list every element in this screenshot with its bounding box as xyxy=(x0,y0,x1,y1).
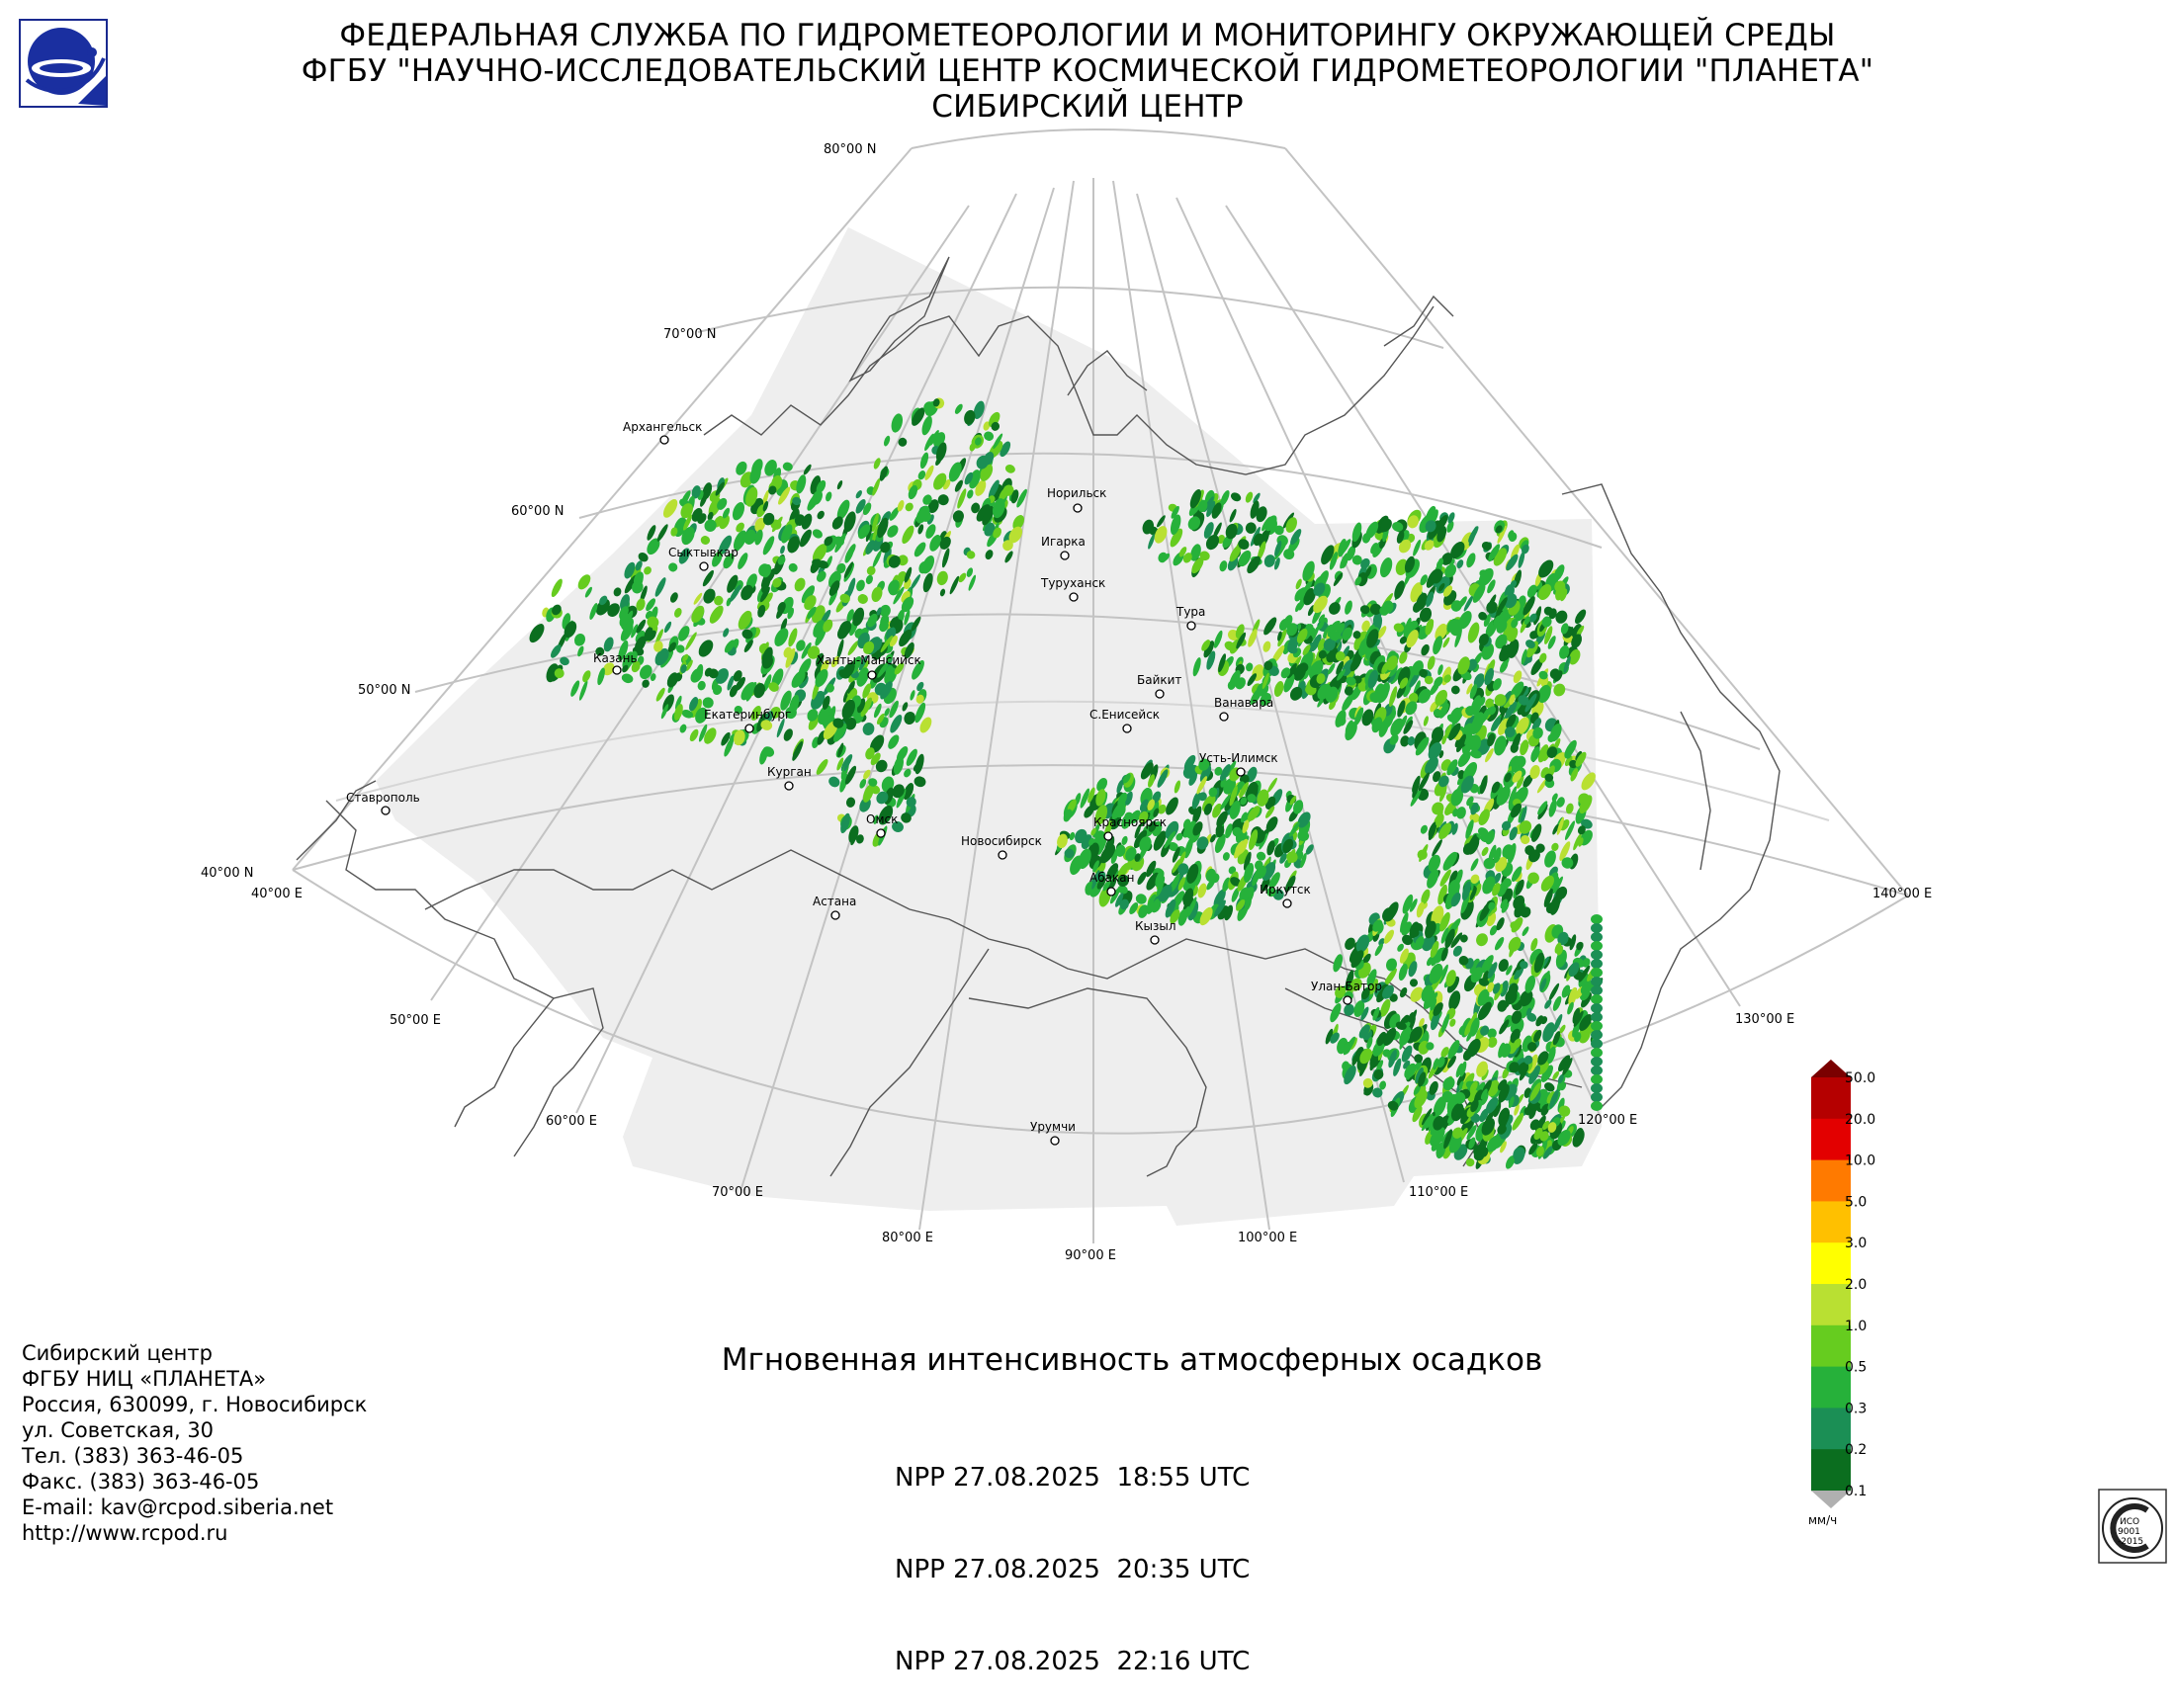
legend-tick-label: 0.3 xyxy=(1845,1401,1867,1416)
lon-label-60: 60°00 E xyxy=(546,1114,597,1129)
lon-label-50: 50°00 E xyxy=(390,1013,441,1028)
precipitation-cell xyxy=(1591,1057,1603,1067)
svg-text:Астана: Астана xyxy=(813,895,856,908)
precipitation-cell xyxy=(1591,985,1603,995)
precipitation-cell xyxy=(1591,932,1603,942)
color-legend: 50.020.010.05.03.02.01.00.50.30.20.1 мм/… xyxy=(1808,1060,1875,1527)
svg-text:Норильск: Норильск xyxy=(1047,486,1106,500)
lat-label-80: 80°00 N xyxy=(824,142,876,157)
precipitation-cell xyxy=(1591,1030,1603,1040)
precipitation-cell xyxy=(1591,950,1603,960)
svg-text:Урумчи: Урумчи xyxy=(1030,1120,1076,1134)
precipitation-cell xyxy=(1591,1012,1603,1022)
precipitation-cell xyxy=(1591,1092,1603,1102)
svg-text:Сыктывкар: Сыктывкар xyxy=(668,546,739,559)
contact-line: ул. Советская, 30 xyxy=(22,1418,215,1442)
contact-email[interactable]: E-mail: kav@rcpod.siberia.net xyxy=(22,1494,367,1520)
lon-label-80: 80°00 E xyxy=(882,1231,933,1245)
lat-label-70: 70°00 N xyxy=(663,327,716,342)
legend-tick-label: 10.0 xyxy=(1845,1153,1875,1169)
svg-text:Тура: Тура xyxy=(1175,605,1205,619)
lon-label-70: 70°00 E xyxy=(712,1185,763,1200)
svg-text:-2015: -2015 xyxy=(2118,1537,2143,1547)
legend-unit: мм/ч xyxy=(1808,1513,1837,1527)
legend-tick-label: 3.0 xyxy=(1845,1236,1867,1251)
svg-text:Игарка: Игарка xyxy=(1041,535,1086,549)
precipitation-cell xyxy=(1591,1003,1603,1013)
svg-text:Красноярск: Красноярск xyxy=(1093,815,1167,829)
legend-tick-label: 5.0 xyxy=(1845,1194,1867,1210)
precipitation-cell xyxy=(1591,1066,1603,1075)
svg-text:Кызыл: Кызыл xyxy=(1135,919,1176,933)
svg-text:Туруханск: Туруханск xyxy=(1040,576,1105,590)
city-arkhangelsk: Архангельск xyxy=(623,420,702,445)
precipitation-cell xyxy=(1591,994,1603,1004)
legend-tick-label: 2.0 xyxy=(1845,1277,1867,1293)
lon-label-120: 120°00 E xyxy=(1578,1113,1637,1128)
pass-2: NPP 27.08.2025 20:35 UTC xyxy=(895,1555,1251,1584)
lat-label-50: 50°00 N xyxy=(358,683,410,698)
precipitation-cell xyxy=(551,578,563,598)
svg-text:9001: 9001 xyxy=(2118,1527,2140,1537)
lon-label-110: 110°00 E xyxy=(1409,1185,1468,1200)
svg-text:Архангельск: Архангельск xyxy=(623,420,702,434)
svg-text:Екатеринбург: Екатеринбург xyxy=(704,708,791,722)
svg-text:Байкит: Байкит xyxy=(1137,673,1181,687)
lat-80-line xyxy=(911,128,1286,149)
precipitation-cell xyxy=(1591,1074,1603,1084)
svg-text:Усть-Илимск: Усть-Илимск xyxy=(1199,751,1278,765)
precipitation-cell xyxy=(1591,914,1603,924)
lon-label-130: 130°00 E xyxy=(1735,1012,1794,1027)
lat-label-40: 40°00 N xyxy=(201,866,253,881)
lon-label-100: 100°00 E xyxy=(1238,1231,1297,1245)
svg-text:Абакан: Абакан xyxy=(1089,871,1134,885)
svg-text:Ставрополь: Ставрополь xyxy=(346,791,420,805)
precipitation-cell xyxy=(1591,941,1603,951)
svg-text:ИСО: ИСО xyxy=(2120,1517,2139,1527)
pass-1: NPP 27.08.2025 18:55 UTC xyxy=(895,1463,1251,1493)
legend-tick-label: 0.1 xyxy=(1845,1484,1867,1499)
precipitation-cell xyxy=(1591,923,1603,933)
svg-text:Казань: Казань xyxy=(593,651,638,665)
lon-label-140: 140°00 E xyxy=(1872,887,1932,901)
svg-text:Ванавара: Ванавара xyxy=(1214,696,1273,710)
lon-label-40: 40°00 E xyxy=(251,887,303,901)
svg-text:Курган: Курган xyxy=(767,765,812,779)
precipitation-cell xyxy=(1591,1039,1603,1049)
lon-label-90: 90°00 E xyxy=(1065,1248,1116,1263)
precipitation-cell xyxy=(1591,977,1603,986)
contact-line: Россия, 630099, г. Новосибирск xyxy=(22,1393,368,1416)
precipitation-cell xyxy=(1591,1083,1603,1093)
legend-tick-label: 0.2 xyxy=(1845,1442,1867,1458)
satellite-passes: NPP 27.08.2025 18:55 UTC NPP 27.08.2025 … xyxy=(895,1402,1250,1708)
precipitation-cell xyxy=(1591,968,1603,978)
legend-tick-label: 1.0 xyxy=(1845,1319,1867,1334)
contact-line: Сибирский центр xyxy=(22,1341,213,1365)
contact-website[interactable]: http://www.rcpod.ru xyxy=(22,1520,367,1546)
pass-3: NPP 27.08.2025 22:16 UTC xyxy=(895,1647,1251,1676)
precipitation-cell xyxy=(1591,959,1603,969)
svg-text:Иркутск: Иркутск xyxy=(1260,883,1311,897)
precipitation-cell xyxy=(1591,1048,1603,1058)
precipitation-cell xyxy=(1591,1101,1603,1111)
contact-line: ФГБУ НИЦ «ПЛАНЕТА» xyxy=(22,1367,267,1391)
iso-certification-badge: ИСО 9001 -2015 xyxy=(2098,1489,2167,1564)
svg-text:С.Енисейск: С.Енисейск xyxy=(1089,708,1160,722)
svg-text:Ханты-Мансийск: Ханты-Мансийск xyxy=(817,653,921,667)
contact-line: Факс. (383) 363-46-05 xyxy=(22,1470,260,1494)
contact-line: Тел. (383) 363-46-05 xyxy=(22,1444,244,1468)
svg-text:Омск: Омск xyxy=(866,812,898,826)
legend-tick-label: 50.0 xyxy=(1845,1070,1875,1086)
legend-tick-label: 20.0 xyxy=(1845,1112,1875,1128)
svg-text:Новосибирск: Новосибирск xyxy=(961,834,1042,848)
lat-label-60: 60°00 N xyxy=(511,504,564,519)
svg-text:Улан-Батор: Улан-Батор xyxy=(1311,980,1382,993)
precipitation-cell xyxy=(1591,1021,1603,1031)
contact-info: Сибирский центр ФГБУ НИЦ «ПЛАНЕТА» Росси… xyxy=(22,1340,367,1546)
